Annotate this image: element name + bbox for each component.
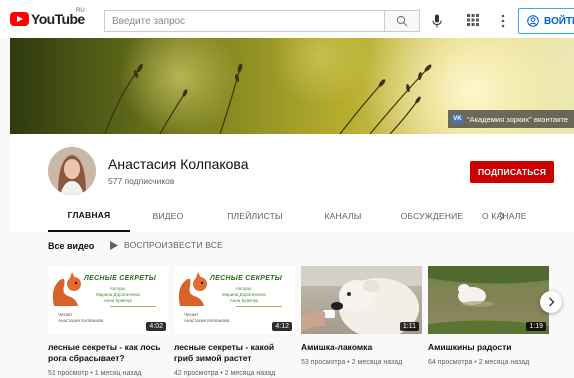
tab-discussion[interactable]: ОБСУЖДЕНИЕ <box>382 200 482 232</box>
video-thumbnail[interactable]: 1:11 <box>301 266 422 334</box>
channel-avatar[interactable] <box>48 147 96 195</box>
video-thumbnail[interactable]: ЛЕСНЫЕ СЕКРЕТЫ Авторы: Марина Дорогаченк… <box>174 266 295 334</box>
video-title[interactable]: лесные секреты - какой гриб зимой растет <box>174 342 295 364</box>
play-icon <box>110 240 118 250</box>
reader-name: Анастасия Колпакова <box>58 318 104 323</box>
channel-banner: VK "Академия зорких" вконтакте <box>10 38 574 134</box>
video-meta: 64 просмотра • 2 месяца назад <box>428 359 530 366</box>
tab-playlists[interactable]: ПЛЕЙЛИСТЫ <box>206 200 304 232</box>
thumbnail-divider <box>236 306 282 307</box>
vk-channel-link[interactable]: VK "Академия зорких" вконтакте <box>447 110 574 128</box>
search-button[interactable] <box>384 10 420 32</box>
search-input[interactable]: Введите запрос <box>104 10 384 32</box>
tab-home[interactable]: ГЛАВНАЯ <box>48 200 130 232</box>
play-all-button[interactable]: ВОСПРОИЗВЕСТИ ВСЕ <box>110 240 223 250</box>
thumbnail-authors: Авторы: Марина Дорогаченко Анна Кравчук <box>222 286 266 304</box>
video-duration: 1:19 <box>526 322 546 331</box>
thumbnail-title: ЛЕСНЫЕ СЕКРЕТЫ <box>84 275 157 282</box>
thumbnail-title: ЛЕСНЫЕ СЕКРЕТЫ <box>210 275 283 282</box>
tab-videos[interactable]: ВИДЕО <box>130 200 206 232</box>
vk-link-label: "Академия зорких" вконтакте <box>466 114 568 124</box>
video-duration: 4:02 <box>146 322 166 331</box>
video-thumbnail[interactable]: 1:19 <box>428 266 549 334</box>
thumbnail-reader: Читает Анастасия Колпакова <box>58 312 103 324</box>
video-title[interactable]: Амишка-лакомка <box>301 342 422 353</box>
video-card[interactable]: 1:19 Амишкины радости 64 просмотра • 2 м… <box>428 266 549 366</box>
video-duration: 1:11 <box>399 322 419 331</box>
video-meta: 51 просмотр • 1 месяц назад <box>48 370 142 377</box>
tab-channels[interactable]: КАНАЛЫ <box>304 200 382 232</box>
subscribe-button[interactable]: ПОДПИСАТЬСЯ <box>470 161 554 183</box>
microphone-icon <box>432 14 442 28</box>
apps-grid-icon[interactable] <box>466 13 480 27</box>
account-icon <box>527 15 539 27</box>
channel-header: Анастасия Колпакова 577 подписчиков ПОДП… <box>10 134 574 232</box>
search-icon <box>396 15 408 27</box>
voice-search-button[interactable] <box>428 12 446 30</box>
vk-icon: VK <box>451 114 463 124</box>
thumbnail-authors: Авторы: Марина Дорогаченко Анна Кравчук <box>96 286 140 304</box>
channel-name: Анастасия Колпакова <box>108 156 249 172</box>
video-card[interactable]: 1:11 Амишка-лакомка 53 просмотра • 2 мес… <box>301 266 422 366</box>
more-vertical-icon <box>501 14 505 28</box>
masthead: YouTube RU Введите запрос ВОЙТИ <box>0 0 574 38</box>
video-card[interactable]: ЛЕСНЫЕ СЕКРЕТЫ Авторы: Марина Дорогаченк… <box>174 266 295 377</box>
video-title[interactable]: Амишкины радости <box>428 342 549 353</box>
squirrel-illustration <box>178 272 207 306</box>
chevron-right-icon <box>548 297 554 307</box>
subscriber-count: 577 подписчиков <box>108 176 175 186</box>
sign-in-label: ВОЙТИ <box>544 15 574 27</box>
author-name: Анна Кравчук <box>229 298 259 303</box>
youtube-channel-page: YouTube RU Введите запрос ВОЙТИ <box>0 0 574 378</box>
video-title[interactable]: лесные секреты - как лось рога сбрасывае… <box>48 342 169 364</box>
sign-in-button[interactable]: ВОЙТИ <box>518 8 574 34</box>
shelf-next-button[interactable] <box>540 291 562 313</box>
thumbnail-divider <box>110 306 156 307</box>
video-card[interactable]: ЛЕСНЫЕ СЕКРЕТЫ Авторы: Марина Дорогаченк… <box>48 266 169 377</box>
author-name: Анна Кравчук <box>103 298 133 303</box>
chevron-right-icon <box>499 211 505 221</box>
settings-menu-button[interactable] <box>498 12 508 30</box>
logo-region: RU <box>76 8 85 14</box>
squirrel-illustration <box>52 272 81 306</box>
video-duration: 4:12 <box>272 322 292 331</box>
avatar-portrait-image <box>48 147 96 195</box>
youtube-logo[interactable]: YouTube RU <box>10 8 85 27</box>
reader-name: Анастасия Колпакова <box>184 318 230 323</box>
thumbnail-reader: Читает Анастасия Колпакова <box>184 312 229 324</box>
youtube-play-icon <box>10 12 29 26</box>
video-thumbnail[interactable]: ЛЕСНЫЕ СЕКРЕТЫ Авторы: Марина Дорогаченк… <box>48 266 169 334</box>
play-all-label: ВОСПРОИЗВЕСТИ ВСЕ <box>124 240 224 250</box>
channel-tabs: ГЛАВНАЯ ВИДЕО ПЛЕЙЛИСТЫ КАНАЛЫ ОБСУЖДЕНИ… <box>48 200 568 232</box>
section-title: Все видео <box>48 241 95 251</box>
tabs-scroll-right-button[interactable] <box>496 200 508 232</box>
video-meta: 42 просмотра • 2 месяца назад <box>174 370 276 377</box>
video-meta: 53 просмотра • 2 месяца назад <box>301 359 403 366</box>
